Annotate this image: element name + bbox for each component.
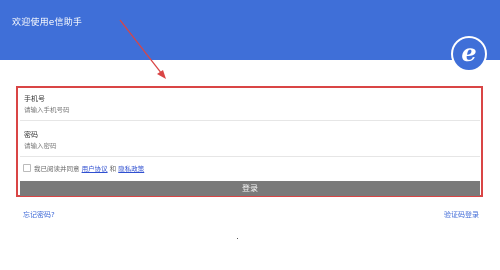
user-agreement-link[interactable]: 用户协议 <box>82 165 108 173</box>
sms-login-link[interactable]: 验证码登录 <box>444 210 479 220</box>
and-text: 和 <box>109 165 117 173</box>
loading-dot <box>237 238 238 239</box>
agree-checkbox[interactable] <box>23 164 31 172</box>
phone-input[interactable] <box>24 106 464 114</box>
agree-prefix: 我已阅读并同意 <box>34 165 80 173</box>
password-label: 密码 <box>24 131 38 139</box>
phone-label: 手机号 <box>24 95 45 103</box>
divider <box>20 156 480 157</box>
forgot-password-link[interactable]: 忘记密码? <box>23 210 55 220</box>
privacy-policy-link[interactable]: 隐私政策 <box>118 165 144 173</box>
agreement-text: 我已阅读并同意 用户协议 和 隐私政策 <box>34 163 144 173</box>
password-input[interactable] <box>24 142 464 150</box>
login-button[interactable]: 登录 <box>20 181 480 196</box>
divider <box>20 120 480 121</box>
